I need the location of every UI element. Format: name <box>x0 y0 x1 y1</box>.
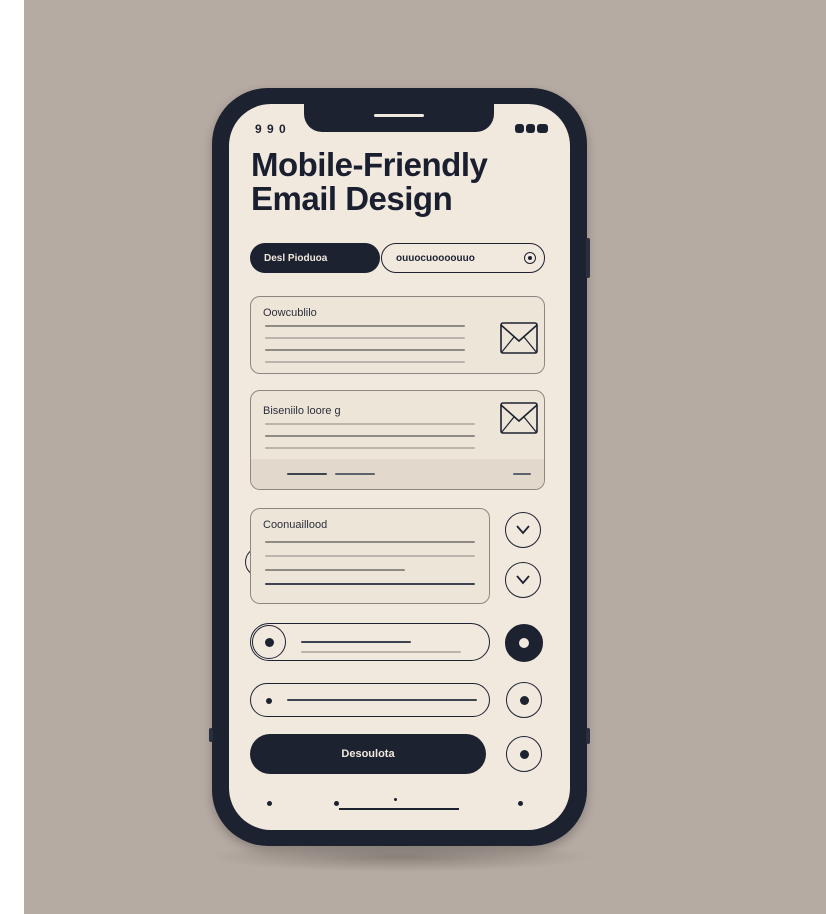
battery-icon <box>515 124 548 133</box>
page-indicator-dot <box>334 801 339 806</box>
side-button-left <box>209 728 213 742</box>
title-line-2: Email Design <box>251 180 453 217</box>
radio-button-3[interactable] <box>506 736 542 772</box>
card-2-label: Biseniilo loore g <box>263 405 341 417</box>
footer-line <box>335 473 375 475</box>
page-indicator-dot <box>394 798 397 801</box>
email-card-3[interactable]: Coonuaillood <box>250 508 490 604</box>
chevron-down-button[interactable] <box>505 512 541 548</box>
email-card-1[interactable]: Oowcublilo <box>250 296 545 374</box>
card-1-label: Oowcublilo <box>263 307 317 319</box>
radio-dot-icon <box>519 695 529 705</box>
text-line <box>265 423 475 425</box>
slider-fill <box>301 641 411 643</box>
chevron-down-icon <box>516 575 530 585</box>
page-indicator-dot <box>518 801 523 806</box>
card-2-footer <box>251 459 544 489</box>
notch <box>304 104 494 132</box>
text-line <box>265 569 405 571</box>
phone-frame: 9 9 0 Mobile-Friendly Email Design Desl … <box>209 88 590 846</box>
slider-track-line <box>301 651 461 653</box>
primary-action-button[interactable]: Desoulota <box>250 734 486 774</box>
speaker-grille <box>374 114 424 117</box>
text-line <box>265 555 475 557</box>
email-card-2[interactable]: Biseniilo loore g <box>250 390 545 490</box>
pill-button-primary[interactable]: Desl Pioduoa <box>250 243 380 273</box>
radio-button-selected[interactable] <box>505 624 543 662</box>
radio-button-2[interactable] <box>506 682 542 718</box>
slider-fill <box>287 699 477 701</box>
radio-dot-icon <box>519 749 529 759</box>
text-line <box>265 325 465 327</box>
title-line-1: Mobile-Friendly <box>251 146 488 183</box>
text-line <box>265 583 475 585</box>
chevron-down-button-2[interactable] <box>505 562 541 598</box>
page-title: Mobile-Friendly Email Design <box>251 148 561 216</box>
slider-track-2[interactable] <box>250 683 490 717</box>
footer-line <box>513 473 531 475</box>
text-line <box>265 337 465 339</box>
text-line <box>265 361 465 363</box>
chevron-down-icon <box>516 525 530 535</box>
home-indicator[interactable] <box>339 808 459 810</box>
footer-line <box>287 473 327 475</box>
radio-dot-icon <box>519 638 529 648</box>
text-line <box>265 435 475 437</box>
status-indicators: 9 9 0 <box>255 122 287 136</box>
text-line <box>265 349 465 351</box>
side-button-right-top <box>586 238 590 278</box>
pill-secondary-label: ouuocuoooouuo <box>396 252 475 264</box>
phone-screen: 9 9 0 Mobile-Friendly Email Design Desl … <box>229 104 570 830</box>
card-3-label: Coonuaillood <box>263 519 328 531</box>
envelope-icon <box>500 322 538 354</box>
slider-dot <box>266 698 272 704</box>
phone-shadow <box>205 842 595 872</box>
text-line <box>265 447 475 449</box>
envelope-icon <box>500 402 538 434</box>
text-line <box>265 541 475 543</box>
radio-dot-icon <box>524 252 536 264</box>
slider-knob-1[interactable] <box>252 625 286 659</box>
pill-button-secondary[interactable]: ouuocuoooouuo <box>381 243 545 273</box>
side-button-right-bottom <box>586 728 590 744</box>
slider-track-1[interactable] <box>250 623 490 661</box>
page-indicator-dot <box>267 801 272 806</box>
